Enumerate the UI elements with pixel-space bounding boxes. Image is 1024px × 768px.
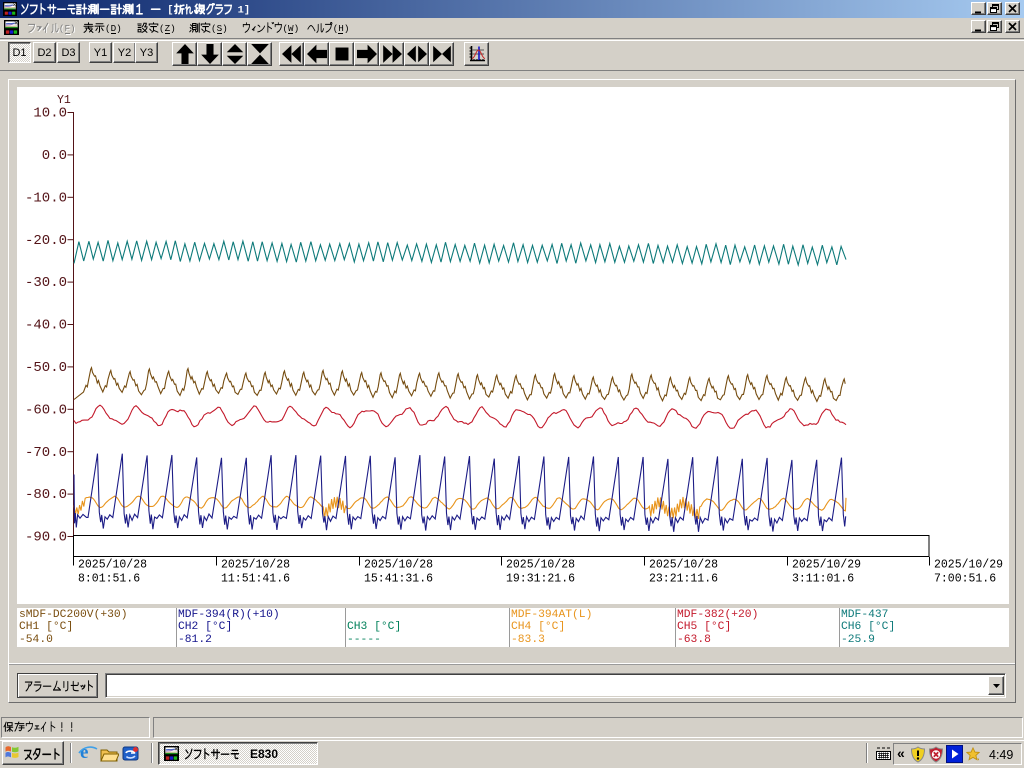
svg-text:23:21:11.6: 23:21:11.6	[649, 573, 718, 586]
svg-text:10.0: 10.0	[33, 106, 67, 122]
svg-text:3:11:01.6: 3:11:01.6	[792, 573, 854, 586]
svg-text:(Z): (Z)	[159, 23, 175, 33]
svg-text:Y1: Y1	[57, 94, 71, 107]
svg-text:-20.0: -20.0	[25, 233, 67, 249]
svg-text:1]: 1]	[238, 4, 250, 14]
svg-text:8:01:51.6: 8:01:51.6	[78, 573, 140, 586]
svg-text:19:31:21.6: 19:31:21.6	[506, 573, 575, 586]
svg-text:15:41:31.6: 15:41:31.6	[364, 573, 433, 586]
svg-text:-60.0: -60.0	[25, 402, 67, 418]
svg-text:2025/10/29: 2025/10/29	[934, 559, 1003, 572]
svg-text:7:00:51.6: 7:00:51.6	[934, 573, 996, 586]
svg-text:-50.0: -50.0	[25, 360, 67, 376]
svg-text:(H): (H)	[333, 23, 349, 33]
svg-text:(W): (W)	[282, 23, 298, 33]
svg-text:-70.0: -70.0	[25, 445, 67, 461]
svg-text:0.0: 0.0	[42, 148, 67, 164]
svg-text:-10.0: -10.0	[25, 190, 67, 206]
svg-text:2025/10/28: 2025/10/28	[506, 559, 575, 572]
svg-text:-30.0: -30.0	[25, 275, 67, 291]
svg-text:2025/10/28: 2025/10/28	[78, 559, 147, 572]
svg-text:2025/10/29: 2025/10/29	[792, 559, 861, 572]
svg-text:11:51:41.6: 11:51:41.6	[221, 573, 290, 586]
svg-text:-40.0: -40.0	[25, 318, 67, 334]
svg-text:2025/10/28: 2025/10/28	[649, 559, 718, 572]
svg-text:(D): (D)	[105, 23, 121, 33]
svg-text:2025/10/28: 2025/10/28	[364, 559, 433, 572]
svg-text:[: [	[167, 4, 173, 14]
svg-text:(F): (F)	[59, 23, 75, 33]
svg-text:(S): (S)	[211, 23, 227, 33]
svg-text:-90.0: -90.0	[25, 530, 67, 546]
svg-text:-80.0: -80.0	[25, 487, 67, 503]
svg-text:2025/10/28: 2025/10/28	[221, 559, 290, 572]
